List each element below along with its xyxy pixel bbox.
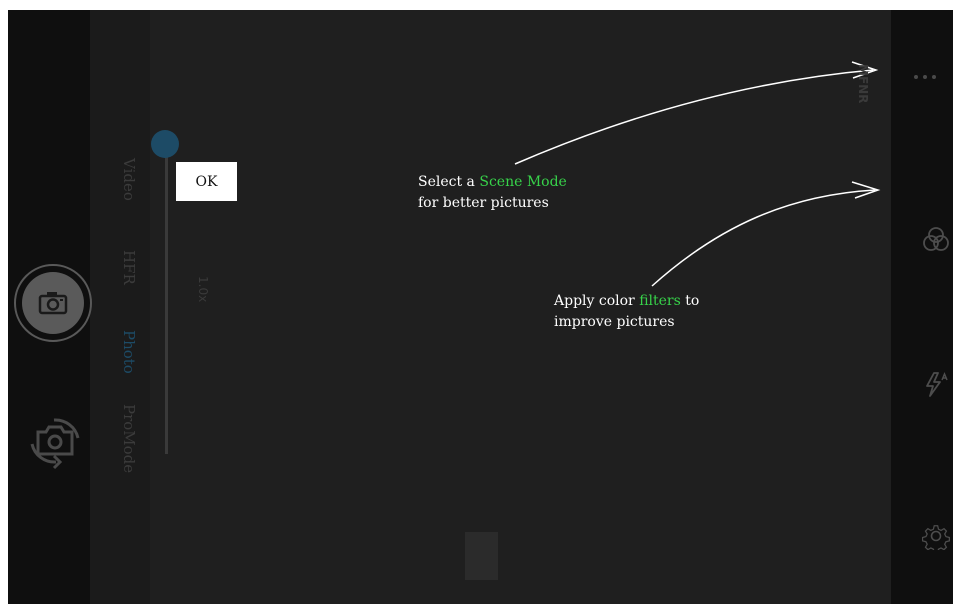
color-filters-icon[interactable]	[922, 226, 950, 254]
dot	[914, 75, 918, 79]
gallery-thumbnail[interactable]	[465, 532, 498, 580]
gear-icon[interactable]	[922, 522, 950, 550]
hint-arrows	[514, 61, 881, 287]
scene-hint-arrow	[514, 69, 874, 165]
dot	[932, 75, 936, 79]
filters-hint-arrow	[651, 189, 876, 287]
flash-auto-icon[interactable]	[922, 370, 950, 398]
mfnr-label[interactable]: MFNR	[856, 64, 870, 103]
dot	[923, 75, 927, 79]
more-dots-icon[interactable]	[914, 70, 948, 84]
